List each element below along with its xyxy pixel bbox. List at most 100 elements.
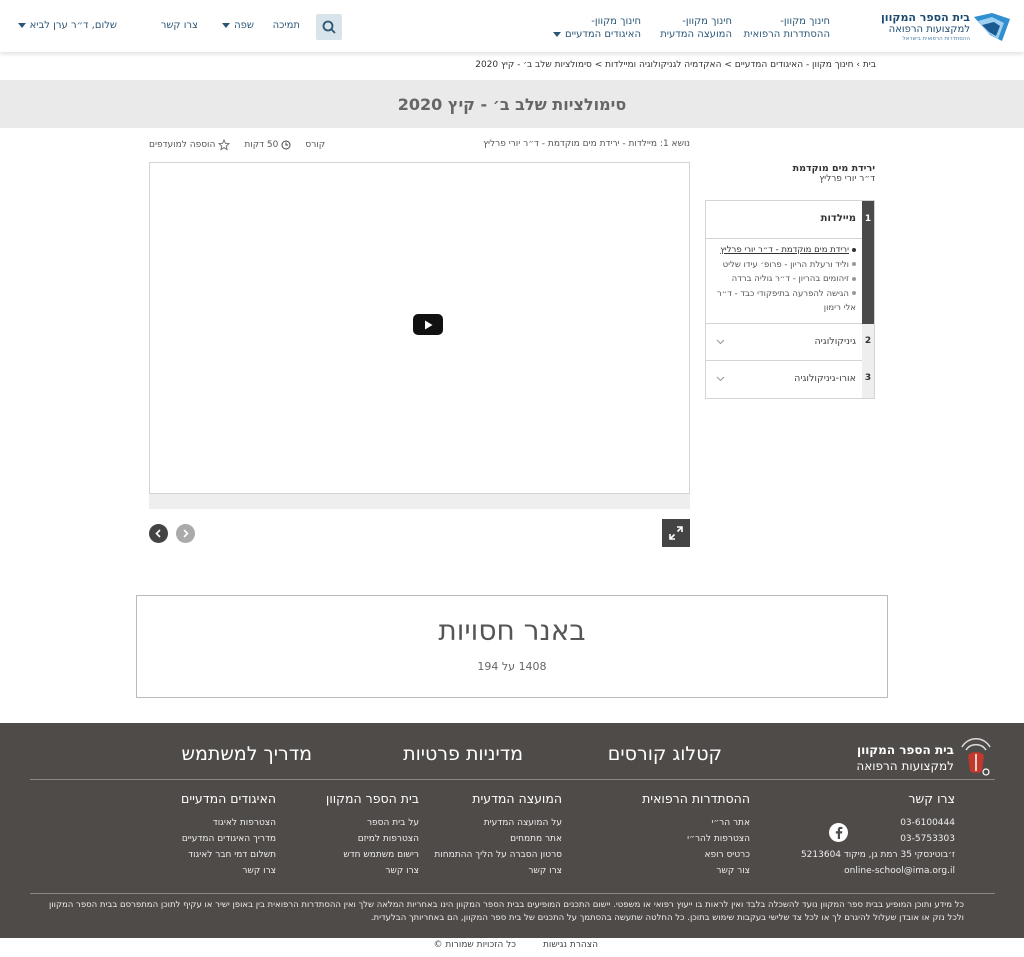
footer-divider [30, 779, 995, 780]
logo-subtitle: למקצועות הרפואה [888, 24, 970, 35]
fullscreen-button[interactable] [662, 519, 690, 547]
facebook-icon [835, 826, 843, 839]
search-button[interactable] [316, 14, 342, 40]
footer-link[interactable]: אתר מתמחים [434, 831, 562, 847]
footer-link[interactable]: על בית הספר [326, 815, 419, 831]
lesson-label: זיהומים בהריון - ד״ר גוליה ברדה [731, 274, 849, 284]
nav-line2: האיגודים המדעיים [565, 29, 641, 40]
accordion-section-1: 1 מיילדות ירידת מים מוקדמת - ד״ר יורי פר… [706, 201, 874, 324]
user-greeting: שלום, ד״ר ערן לביא [29, 20, 117, 31]
footer-phone-2[interactable]: 03-5753303 [801, 831, 955, 847]
duration: 50 דקות [244, 139, 291, 151]
lesson-item[interactable]: וליד ורעלת הריון - פרופ׳ עידו שליט [712, 258, 856, 273]
accessibility-statement-link[interactable]: הצהרת נגישות [543, 940, 598, 950]
banner-size: 1408 על 194 [477, 660, 547, 673]
lesson-label: ירידת מים מוקדמת - ד״ר יורי פרליץ [720, 245, 849, 255]
video-progress-bar[interactable] [149, 494, 690, 509]
lesson-label: וליד ורעלת הריון - פרופ׳ עידו שליט [722, 259, 849, 270]
lesson-accordion: 1 מיילדות ירידת מים מוקדמת - ד״ר יורי פר… [705, 200, 875, 399]
logo-tagline: ההסתדרות הרפואית בישראל [902, 36, 970, 42]
chevron-left-icon [155, 529, 161, 538]
footer-link[interactable]: צרו קשר [326, 863, 419, 879]
bullet-icon [852, 262, 856, 266]
section-title[interactable]: מיילדות [821, 213, 856, 224]
accordion-section-2[interactable]: 2 גיניקולוגיה [706, 324, 874, 361]
bullet-icon [852, 276, 856, 281]
footer-address: ז׳בוטינסקי 35 רמת גן, מיקוד 5213604 [800, 850, 955, 860]
current-lesson-title: ירידת מים מוקדמת [792, 163, 875, 174]
book-logo-icon [974, 13, 1010, 41]
user-menu[interactable]: שלום, ד״ר ערן לביא [17, 19, 117, 32]
facebook-link[interactable] [829, 823, 848, 842]
breadcrumb[interactable]: בית › חינוך מקוון - האיגודים המדעיים > ה… [475, 60, 876, 70]
youtube-play-icon [425, 320, 433, 329]
footer-link[interactable]: הצטרפות למיזם [326, 831, 419, 847]
footer-link[interactable]: רישום משתמש חדש [326, 847, 419, 863]
footer-phone-1[interactable]: 03-6100444 [801, 815, 955, 831]
footer-link[interactable]: צרו קשר [181, 863, 276, 879]
site-logo[interactable]: בית הספר המקוון למקצועות הרפואה ההסתדרות… [881, 9, 1012, 45]
footer-link[interactable]: מדריך האיגודים המדעיים [181, 831, 276, 847]
lesson-label: הגישה להפרעה בתיפקודי כבד - ד״ר אלי רימו… [716, 288, 856, 314]
nav-line2: המועצה המדעית [660, 29, 732, 40]
add-favorite-button[interactable]: הוספה למועדפים [149, 139, 231, 151]
section-divider [706, 238, 862, 239]
section-number: 3 [864, 373, 872, 383]
footer-link[interactable]: הצטרפות להר״י [642, 831, 750, 847]
play-button[interactable] [413, 314, 443, 335]
next-lesson-button[interactable] [176, 524, 195, 543]
course-label: קורס [305, 140, 326, 150]
catalog-link[interactable]: קטלוג קורסים [608, 743, 722, 765]
chevron-right-icon [183, 529, 189, 538]
lesson-item[interactable]: ירידת מים מוקדמת - ד״ר יורי פרליץ [712, 243, 856, 258]
lesson-item[interactable]: הגישה להפרעה בתיפקודי כבד - ד״ר אלי רימו… [712, 287, 856, 316]
nav-scientific-council[interactable]: חינוך מקוון- המועצה המדעית [660, 15, 732, 41]
site-header: בית הספר המקוון למקצועות הרפואה ההסתדרות… [0, 0, 1024, 52]
sponsor-banner[interactable]: באנר חסויות 1408 על 194 [136, 595, 888, 698]
current-lesson-header: ירידת מים מוקדמת ד״ר יורי פרליץ [715, 163, 875, 184]
footer-link[interactable]: תשלום דמי חבר לאיגוד [181, 847, 276, 863]
section-title: אורו-גיניקולוגיה [794, 373, 856, 384]
title-band: סימולציות שלב ב׳ - קיץ 2020 [0, 80, 1024, 128]
privacy-link[interactable]: מדיניות פרטיות [403, 743, 523, 765]
nav-line1: חינוך מקוון- [682, 16, 732, 27]
footer-link[interactable]: צור קשר [642, 863, 750, 879]
user-guide-link[interactable]: מדריך למשתמש [181, 743, 312, 765]
footer-link[interactable]: צרו קשר [434, 863, 562, 879]
current-lesson-lecturer: ד״ר יורי פרליץ [819, 174, 875, 184]
previous-lesson-button[interactable] [149, 524, 168, 543]
chevron-down-icon [716, 339, 725, 345]
nav-support[interactable]: תמיכה [273, 19, 300, 32]
footer-col-scientific-council: המועצה המדעית על המועצה המדעית אתר מתמחי… [434, 791, 562, 879]
medical-emblem-icon [961, 738, 991, 776]
banner-title: באנר חסויות [438, 614, 586, 647]
footer-col-heading: ההסתדרות הרפואית [642, 791, 750, 806]
language-label: שפה [234, 20, 254, 31]
expand-icon [669, 526, 683, 540]
footer-col-heading: האיגודים המדעיים [181, 791, 276, 806]
footer-link[interactable]: כרטיס רופא [642, 847, 750, 863]
nav-line1: חינוך מקוון- [780, 16, 830, 27]
footer-contact: צרו קשר 03-6100444 03-5753303 ז׳בוטינסקי… [801, 791, 955, 879]
star-icon [218, 139, 231, 151]
nav-scientific-unions[interactable]: חינוך מקוון- האיגודים המדעיים [553, 15, 641, 41]
footer-email[interactable]: online-school@ima.org.il [801, 863, 955, 879]
logo-title: בית הספר המקוון [881, 11, 970, 24]
footer-col-heading: המועצה המדעית [472, 791, 562, 806]
lesson-item[interactable]: זיהומים בהריון - ד״ר גוליה ברדה [712, 272, 856, 287]
footer-link[interactable]: סרטון הסברה על הליך ההתמחות [434, 847, 562, 863]
footer-link[interactable]: אתר הר״י [642, 815, 750, 831]
footer-divider [30, 893, 995, 894]
section-title: גיניקולוגיה [814, 336, 856, 347]
accordion-section-3[interactable]: 3 אורו-גיניקולוגיה [706, 361, 874, 398]
nav-medical-association[interactable]: חינוך מקוון- ההסתדרות הרפואית [744, 15, 830, 41]
footer-logo[interactable]: בית הספר המקוון למקצועות הרפואה [856, 737, 994, 779]
copyright-icon: © [433, 940, 443, 950]
language-select[interactable]: שפה [222, 19, 254, 32]
nav-line1: חינוך מקוון- [591, 16, 641, 27]
nav-line2: ההסתדרות הרפואית [743, 29, 830, 40]
footer-link[interactable]: הצטרפות לאיגוד [181, 815, 276, 831]
nav-contact[interactable]: צרו קשר [161, 19, 198, 32]
bullet-icon [852, 247, 856, 252]
footer-link[interactable]: על המועצה המדעית [434, 815, 562, 831]
